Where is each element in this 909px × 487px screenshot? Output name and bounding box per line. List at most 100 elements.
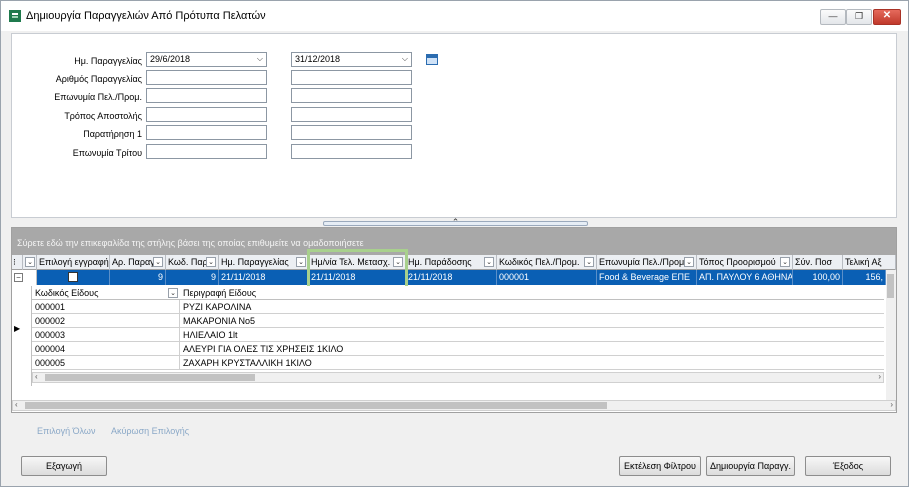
chevron-down-icon[interactable]: ⌄ (206, 257, 216, 267)
column-header-destination[interactable]: Τόπος Προορισμού ⌄ (697, 255, 793, 270)
table-row-selected[interactable]: − 9 9 21/11/2018 21/11/2018 21/11/2018 0… (12, 270, 896, 285)
chevron-down-icon[interactable]: ⌄ (484, 257, 494, 267)
group-by-hint: Σύρετε εδώ την επικεφαλίδα της στήλης βά… (17, 238, 364, 248)
chevron-down-icon[interactable]: ⌄ (168, 288, 178, 298)
customer-name-from-field[interactable] (146, 88, 267, 103)
detail-column-header-desc[interactable]: Περιγραφή Είδους (180, 286, 480, 300)
item-desc-cell: ΖΑΧΑΡΗ ΚΡΥΣΤΑΛΛΙΚΗ 1ΚΙΛΟ (183, 358, 312, 368)
scrollbar-thumb[interactable] (887, 274, 894, 298)
detail-horizontal-scrollbar[interactable]: ‹ › (32, 372, 884, 383)
column-header-customer-code[interactable]: Κωδικός Πελ./Προμ. ⌄ (497, 255, 597, 270)
delivery-date-cell: 21/11/2018 (406, 270, 497, 285)
filter-panel: Ημ. Παραγγελίας 29/6/2018 ⌵ 31/12/2018 ⌵… (11, 33, 897, 218)
order-number-from-field[interactable] (146, 70, 267, 85)
order-date-from-field[interactable]: 29/6/2018 ⌵ (146, 52, 267, 67)
close-button[interactable]: ✕ (873, 9, 901, 25)
column-header-customer-name[interactable]: Επωνυμία Πελ./Προμ. ⌄ (597, 255, 697, 270)
row-indicator: ▶ (12, 286, 32, 386)
orders-grid: Σύρετε εδώ την επικεφαλίδα της στήλης βά… (11, 227, 897, 413)
run-filter-button[interactable]: Εκτέλεση Φίλτρου (619, 456, 701, 476)
final-value-cell: 156, (843, 270, 886, 285)
chevron-down-icon[interactable]: ⌄ (25, 257, 35, 267)
chevron-down-icon[interactable]: ⌄ (153, 257, 163, 267)
window-title: Δημιουργία Παραγγελιών Από Πρότυπα Πελατ… (26, 10, 266, 22)
chevron-down-icon[interactable]: ⌵ (257, 54, 263, 64)
chevron-down-icon[interactable]: ⌄ (584, 257, 594, 267)
close-icon: ✕ (882, 10, 892, 21)
customer-name-to-field[interactable] (291, 88, 412, 103)
title-bar: Δημιουργία Παραγγελιών Από Πρότυπα Πελατ… (1, 1, 908, 31)
note1-from-field[interactable] (146, 125, 267, 140)
scrollbar-thumb[interactable] (25, 402, 607, 409)
vertical-scrollbar[interactable] (886, 270, 896, 400)
minimize-button[interactable]: — (820, 9, 846, 25)
group-by-bar[interactable]: Σύρετε εδώ την επικεφαλίδα της στήλης βά… (12, 228, 896, 255)
item-code-cell: 000001 (32, 300, 180, 314)
column-header-delivery-date[interactable]: Ημ. Παράδοσης ⌄ (406, 255, 497, 270)
chevron-left-icon[interactable]: ‹ (15, 400, 18, 409)
third-party-from-field[interactable] (146, 144, 267, 159)
order-no-cell: 9 (110, 270, 166, 285)
item-desc-cell: ΗΛΙΕΛΑΙΟ 1lt (183, 330, 238, 340)
item-code-cell: 000005 (32, 356, 180, 370)
shipping-method-label: Τρόπος Αποστολής (64, 111, 142, 121)
item-code-cell: 000004 (32, 342, 180, 356)
header-expander-cell: ⌄ (23, 255, 37, 270)
third-party-label: Επωνυμία Τρίτου (72, 148, 142, 158)
order-number-to-field[interactable] (291, 70, 412, 85)
select-cell[interactable] (37, 270, 110, 285)
grid-horizontal-scrollbar[interactable]: ‹ › (12, 400, 896, 411)
shipping-method-to-field[interactable] (291, 107, 412, 122)
chevron-left-icon[interactable]: ‹ (35, 372, 38, 381)
column-header-select[interactable]: Επιλογή εγγραφής (37, 255, 110, 270)
chevron-down-icon[interactable]: ⌵ (402, 54, 408, 64)
table-row[interactable]: 000002 ΜΑΚΑΡΟΝΙΑ No5 (32, 314, 884, 328)
table-row[interactable]: 000001 ΡΥΖΙ ΚΑΡΟΛΙΝΑ (32, 300, 884, 314)
customer-code-cell: 000001 (497, 270, 597, 285)
collapse-icon[interactable]: − (14, 273, 23, 282)
exit-button[interactable]: Έξοδος (805, 456, 891, 476)
chevron-down-icon[interactable]: ⌄ (684, 257, 694, 267)
cancel-selection-button[interactable]: Ακύρωση Επιλογής (111, 426, 189, 436)
column-header-order-date[interactable]: Ημ. Παραγγελίας ⌄ (219, 255, 309, 270)
table-row[interactable]: 000005 ΖΑΧΑΡΗ ΚΡΥΣΤΑΛΛΙΚΗ 1ΚΙΛΟ (32, 356, 884, 370)
detail-grid: Κωδικός Είδους ⌄ Περιγραφή Είδους 000001… (32, 286, 884, 386)
item-code-cell: 000003 (32, 328, 180, 342)
order-date-from-value: 29/6/2018 (150, 54, 191, 64)
maximize-button[interactable]: ❐ (846, 9, 872, 25)
create-orders-button[interactable]: Δημιουργία Παραγγ. (706, 456, 795, 476)
customer-name-cell: Food & Beverage ΕΠΕ (597, 270, 697, 285)
column-header-order-no[interactable]: Αρ. Παραγ ⌄ (110, 255, 166, 270)
column-chooser-icon[interactable]: ⁝ (12, 255, 23, 270)
destination-cell: ΑΠ. ΠΑΥΛΟΥ 6 ΑΘΗΝΑ (697, 270, 793, 285)
third-party-to-field[interactable] (291, 144, 412, 159)
item-desc-cell: ΡΥΖΙ ΚΑΡΟΛΙΝΑ (183, 302, 252, 312)
note1-to-field[interactable] (291, 125, 412, 140)
item-desc-cell: ΜΑΚΑΡΟΝΙΑ No5 (183, 316, 256, 326)
detail-column-header-code[interactable]: Κωδικός Είδους ⌄ (32, 286, 180, 300)
select-all-button[interactable]: Επιλογή Όλων (37, 426, 95, 436)
item-code-cell: 000002 (32, 314, 180, 328)
table-row[interactable]: 000003 ΗΛΙΕΛΑΙΟ 1lt (32, 328, 884, 342)
chevron-right-icon[interactable]: › (878, 372, 881, 381)
row-select-checkbox[interactable] (68, 272, 78, 282)
main-window: Δημιουργία Παραγγελιών Από Πρότυπα Πελατ… (0, 0, 909, 487)
export-button[interactable]: Εξαγωγή (21, 456, 107, 476)
shipping-method-from-field[interactable] (146, 107, 267, 122)
order-date-to-value: 31/12/2018 (295, 54, 341, 64)
column-header-code[interactable]: Κωδ. Παρ ⌄ (166, 255, 219, 270)
chevron-down-icon[interactable]: ⌄ (780, 257, 790, 267)
panel-splitter[interactable]: ⌃ (323, 217, 588, 227)
code-cell: 9 (166, 270, 219, 285)
scrollbar-thumb[interactable] (45, 374, 255, 381)
chevron-right-icon[interactable]: › (890, 400, 893, 409)
customer-name-label: Επωνυμία Πελ./Προμ. (54, 92, 142, 102)
order-date-to-field[interactable]: 31/12/2018 ⌵ (291, 52, 412, 67)
chevron-down-icon[interactable]: ⌄ (296, 257, 306, 267)
order-date-label: Ημ. Παραγγελίας (74, 56, 142, 66)
column-header-total-qty[interactable]: Σύν. Ποσ (793, 255, 843, 270)
calendar-icon[interactable] (426, 54, 438, 65)
column-header-final-value[interactable]: Τελική Αξ (843, 255, 896, 270)
grid-header-row: ⁝ ⌄ Επιλογή εγγραφής Αρ. Παραγ ⌄ Κωδ. Παρ… (12, 255, 896, 270)
table-row[interactable]: 000004 ΑΛΕΥΡΙ ΓΙΑ ΟΛΕΣ ΤΙΣ ΧΡΗΣΕΙΣ 1ΚΙΛΟ (32, 342, 884, 356)
